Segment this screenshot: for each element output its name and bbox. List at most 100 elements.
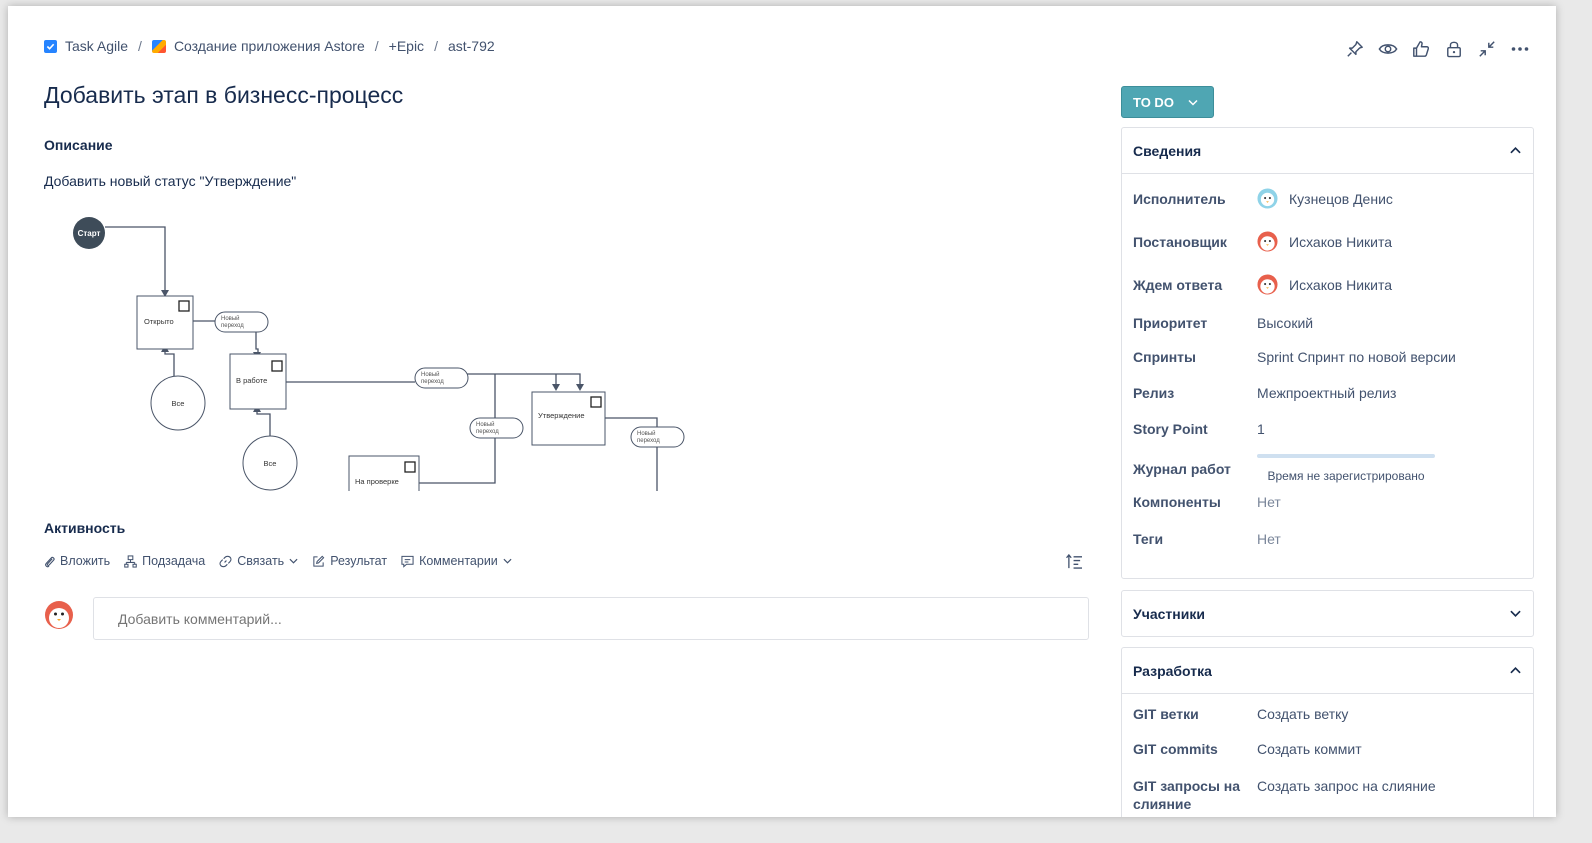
breadcrumb: Task Agile / Создание приложения Astore … [44,38,495,54]
lock-button[interactable] [1443,38,1464,59]
waiting-value[interactable]: Исхаков Никита [1257,274,1392,295]
development-panel: Разработка GIT ветки Создать ветку GIT c… [1121,647,1534,817]
svg-text:переход: переход [421,379,444,385]
release-row: Релиз Межпроектный релиз [1133,385,1523,401]
git-commits-row: GIT commits Создать коммит [1133,741,1523,757]
result-label: Результат [330,554,388,568]
svg-text:переход: переход [476,429,499,435]
worklog-text: Время не зарегистрировано [1267,469,1425,483]
worklog-label: Журнал работ [1133,460,1231,477]
thumbs-up-icon [1412,40,1429,57]
sort-button[interactable] [1066,553,1083,574]
story-point-row: Story Point 1 [1133,421,1523,437]
picture-icon [151,39,166,53]
release-label: Релиз [1133,385,1175,401]
like-button[interactable] [1410,38,1431,59]
comments-filter-button[interactable]: Комментарии [401,554,512,568]
attach-label: Вложить [60,554,111,568]
chevron-down-icon [1188,99,1198,106]
description-heading: Описание [44,137,113,153]
reporter-name: Исхаков Никита [1289,233,1393,250]
tags-value[interactable]: Нет [1257,531,1281,547]
reporter-row: Постановщик Исхаков Никита [1133,231,1523,252]
sprints-value[interactable]: Sprint Спринт по новой версии [1257,349,1456,365]
git-branches-row: GIT ветки Создать ветку [1133,706,1523,722]
breadcrumb-project-label: Task Agile [65,38,129,54]
worklog-progress-bar [1257,454,1435,458]
reporter-label: Постановщик [1133,233,1227,250]
story-point-value[interactable]: 1 [1257,421,1265,437]
worklog-value[interactable]: Время не зарегистрировано [1257,454,1435,483]
watch-button[interactable] [1377,38,1398,59]
svg-text:Новый: Новый [637,430,656,437]
more-button[interactable] [1509,38,1530,59]
chevron-down-icon [1510,610,1521,617]
create-merge-request-link[interactable]: Создать запрос на слияние [1257,777,1436,795]
svg-text:Утверждение: Утверждение [538,411,585,420]
subtask-icon [124,554,137,568]
status-node-open-label: Открыто [144,317,174,326]
issue-actions [1344,38,1530,59]
link-icon [219,555,232,567]
breadcrumb-epic[interactable]: +Epic [389,38,424,54]
assignee-value[interactable]: Кузнецов Денис [1257,188,1393,209]
pin-button[interactable] [1344,38,1365,59]
svg-text:переход: переход [637,438,660,444]
eye-icon [1378,43,1397,54]
sort-icon [1066,553,1082,569]
issue-window: Task Agile / Создание приложения Astore … [8,6,1556,817]
start-node-label: Старт [78,229,101,238]
reporter-value[interactable]: Исхаков Никита [1257,231,1392,252]
current-user-avatar [45,601,73,629]
assignee-row: Исполнитель Кузнецов Денис [1133,188,1523,209]
priority-value[interactable]: Высокий [1257,315,1313,331]
participants-heading: Участники [1133,605,1205,622]
sprints-row: Спринты Sprint Спринт по новой версии [1133,349,1523,365]
comment-input[interactable] [93,597,1089,640]
priority-label: Приоритет [1133,315,1208,331]
development-panel-header[interactable]: Разработка [1122,648,1533,693]
activity-toolbar: Вложить Подзадача Связать Результат Комм… [44,554,512,568]
components-value[interactable]: Нет [1257,494,1281,510]
subtask-button[interactable]: Подзадача [124,554,205,568]
waiting-label: Ждем ответа [1133,276,1223,293]
status-dropdown[interactable]: TO DO [1121,86,1214,118]
chevron-down-icon [503,558,512,564]
svg-text:Новый: Новый [421,371,440,378]
git-branches-label: GIT ветки [1133,706,1199,722]
svg-text:Все: Все [172,399,185,408]
breadcrumb-project[interactable]: Task Agile [44,38,128,54]
participants-panel: Участники [1121,590,1534,637]
workflow-diagram-image: Старт Открыто Новый переход Все В работе… [44,206,704,491]
svg-text:Новый: Новый [221,315,240,322]
breadcrumb-app-label: Создание приложения Astore [173,38,365,54]
breadcrumb-app[interactable]: Создание приложения Astore [151,38,365,54]
breadcrumb-separator: / [138,38,142,54]
git-merge-requests-label: GIT запросы на слияние [1133,778,1241,812]
svg-text:переход: переход [221,323,244,329]
git-commits-label: GIT commits [1133,741,1218,757]
development-panel-body: GIT ветки Создать ветку GIT commits Созд… [1122,693,1533,817]
waiting-avatar [1257,274,1278,295]
chevron-down-icon [289,558,298,564]
attach-button[interactable]: Вложить [44,554,110,568]
development-heading: Разработка [1133,662,1212,679]
tags-row: Теги Нет [1133,531,1523,547]
link-button[interactable]: Связать [219,554,298,568]
description-text[interactable]: Добавить новый статус "Утверждение" [44,173,296,189]
issue-title[interactable]: Добавить этап в бизнесс-процесс [44,82,403,109]
details-heading: Сведения [1133,142,1202,159]
create-commit-link[interactable]: Создать коммит [1257,741,1362,757]
create-branch-link[interactable]: Создать ветку [1257,706,1348,722]
assignee-name: Кузнецов Денис [1289,190,1393,207]
release-value[interactable]: Межпроектный релиз [1257,385,1396,401]
svg-text:В работе: В работе [236,376,267,385]
comments-label: Комментарии [419,554,498,568]
result-button[interactable]: Результат [312,554,387,568]
collapse-button[interactable] [1476,38,1497,59]
participants-panel-header[interactable]: Участники [1122,591,1533,636]
reporter-avatar [1257,231,1278,252]
details-panel-header[interactable]: Сведения [1122,128,1533,173]
comment-icon [401,555,414,568]
breadcrumb-issue-key[interactable]: ast-792 [448,38,495,54]
